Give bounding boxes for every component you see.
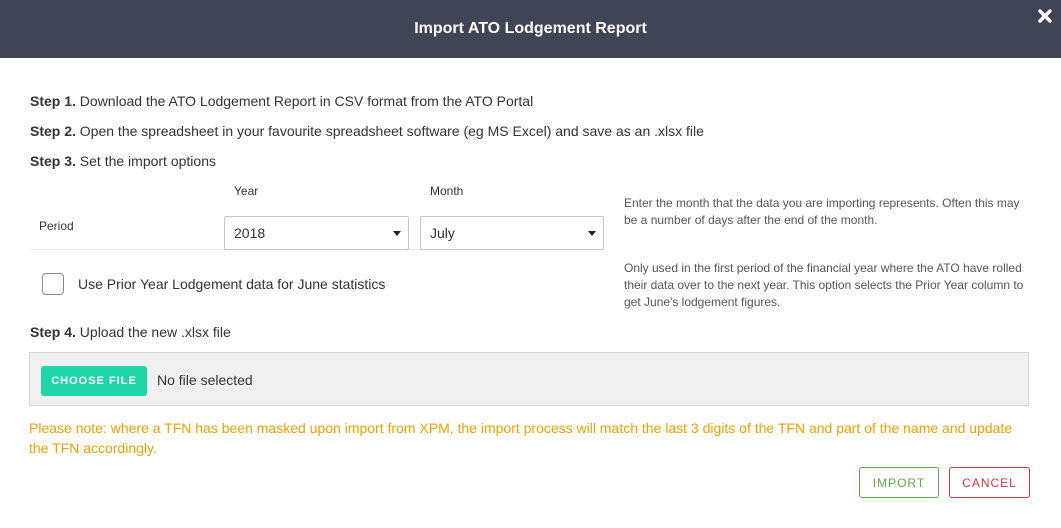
period-help-text: Enter the month that the data you are im… [624,196,1020,227]
step-3-label: Step 3. [30,153,76,169]
prior-year-help-text: Only used in the first period of the fin… [624,261,1024,309]
close-icon [1038,9,1052,23]
prior-year-checkbox[interactable] [42,273,64,295]
file-upload-area: CHOOSE FILE No file selected [29,352,1029,406]
step-4-label: Step 4. [30,324,76,340]
step-1: Step 1. Download the ATO Lodgement Repor… [30,93,533,109]
close-button[interactable] [1035,6,1057,28]
modal-header: Import ATO Lodgement Report [0,0,1061,58]
tfn-note: Please note: where a TFN has been masked… [29,420,1013,456]
year-select[interactable]: 2018 [224,216,409,250]
step-4-text: Upload the new .xlsx file [75,324,231,340]
month-label: Month [430,184,464,198]
month-select[interactable]: July [420,216,604,250]
prior-year-checkbox-label[interactable]: Use Prior Year Lodgement data for June s… [78,276,385,292]
file-status-text: No file selected [157,372,253,388]
month-select-value: July [430,225,455,241]
import-modal: Import ATO Lodgement Report Step 1. Down… [0,0,1061,528]
period-label: Period [39,219,74,233]
cancel-button[interactable]: CANCEL [949,467,1030,498]
chevron-down-icon [588,231,596,236]
modal-title: Import ATO Lodgement Report [414,20,647,37]
choose-file-button[interactable]: CHOOSE FILE [41,366,147,396]
step-4: Step 4. Upload the new .xlsx file [30,324,231,340]
step-1-label: Step 1. [30,93,76,109]
year-label: Year [234,184,259,198]
step-3-text: Set the import options [75,153,216,169]
import-button[interactable]: IMPORT [859,467,939,498]
step-2-label: Step 2. [30,123,76,139]
chevron-down-icon [393,231,401,236]
step-2-text: Open the spreadsheet in your favourite s… [75,123,704,139]
step-2: Step 2. Open the spreadsheet in your fav… [30,123,704,139]
year-select-value: 2018 [234,225,266,241]
step-1-text: Download the ATO Lodgement Report in CSV… [75,93,534,109]
step-3: Step 3. Set the import options [30,153,216,169]
